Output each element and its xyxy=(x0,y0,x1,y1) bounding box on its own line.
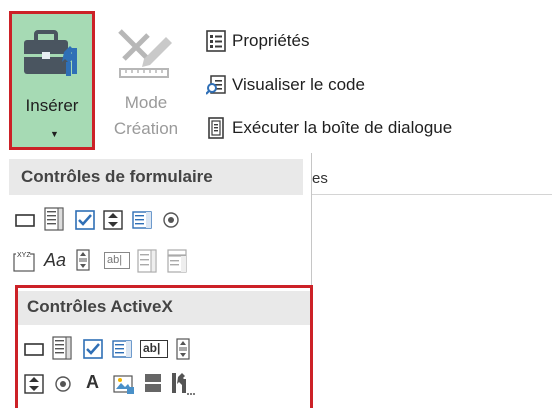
design-mode-button[interactable]: Mode Création xyxy=(100,11,192,150)
insert-button-label: Insérer xyxy=(25,96,79,115)
insert-controls-dropdown: Contrôles de formulaire XYZ Aa ab| Contr… xyxy=(9,153,313,408)
view-code-button[interactable]: Visualiser le code xyxy=(206,70,365,100)
properties-button[interactable]: Propriétés xyxy=(206,26,309,56)
combo-box-icon[interactable] xyxy=(52,336,72,360)
run-dialog-button[interactable]: Exécuter la boîte de dialogue xyxy=(206,113,452,143)
form-controls-title: Contrôles de formulaire xyxy=(21,167,213,186)
option-button-icon[interactable] xyxy=(161,210,181,230)
list-box-icon[interactable] xyxy=(112,339,132,359)
spin-button-icon[interactable] xyxy=(24,374,44,394)
command-button-icon[interactable] xyxy=(24,339,44,359)
properties-label: Propriétés xyxy=(232,31,310,50)
scroll-bar-icon[interactable] xyxy=(76,249,90,271)
label-icon[interactable]: Aa xyxy=(44,250,66,271)
view-code-label: Visualiser le code xyxy=(232,75,365,94)
image-icon[interactable] xyxy=(113,373,135,395)
text-field-icon[interactable]: ab| xyxy=(104,252,130,269)
design-mode-icon xyxy=(118,29,172,78)
activex-controls-title: Contrôles ActiveX xyxy=(27,297,173,316)
design-mode-label-line2: Création xyxy=(113,119,179,138)
ribbon-separator xyxy=(310,194,552,195)
run-dialog-label: Exécuter la boîte de dialogue xyxy=(232,118,453,137)
combo-dropdown-icon[interactable] xyxy=(167,249,187,273)
text-box-icon[interactable]: ab| xyxy=(140,340,168,358)
scroll-bar-icon[interactable] xyxy=(176,338,190,360)
button-icon[interactable] xyxy=(15,210,35,230)
list-box-icon[interactable] xyxy=(132,210,152,230)
option-button-icon[interactable] xyxy=(53,374,73,394)
checkbox-icon[interactable] xyxy=(75,210,95,230)
view-code-icon xyxy=(206,75,226,95)
chevron-down-icon: ▼ xyxy=(50,129,59,139)
toggle-button-icon[interactable] xyxy=(143,373,163,393)
spin-button-icon[interactable] xyxy=(103,210,123,230)
insert-controls-button[interactable]: Insérer ▼ xyxy=(9,11,95,150)
group-label: es xyxy=(312,170,328,187)
svg-text:XYZ: XYZ xyxy=(17,252,31,259)
form-controls-header: Contrôles de formulaire xyxy=(9,159,303,195)
toolbox-icon xyxy=(24,30,77,76)
more-controls-icon[interactable] xyxy=(169,371,195,397)
label-icon[interactable]: A xyxy=(86,372,99,393)
checkbox-icon[interactable] xyxy=(83,339,103,359)
combo-box-icon[interactable] xyxy=(44,207,64,231)
run-dialog-icon xyxy=(208,117,224,139)
design-mode-label-line1: Mode xyxy=(124,93,168,112)
combo-list-icon[interactable] xyxy=(137,249,157,273)
properties-icon xyxy=(206,30,226,52)
activex-controls-header: Contrôles ActiveX xyxy=(18,291,310,325)
group-box-icon[interactable]: XYZ xyxy=(13,248,35,272)
